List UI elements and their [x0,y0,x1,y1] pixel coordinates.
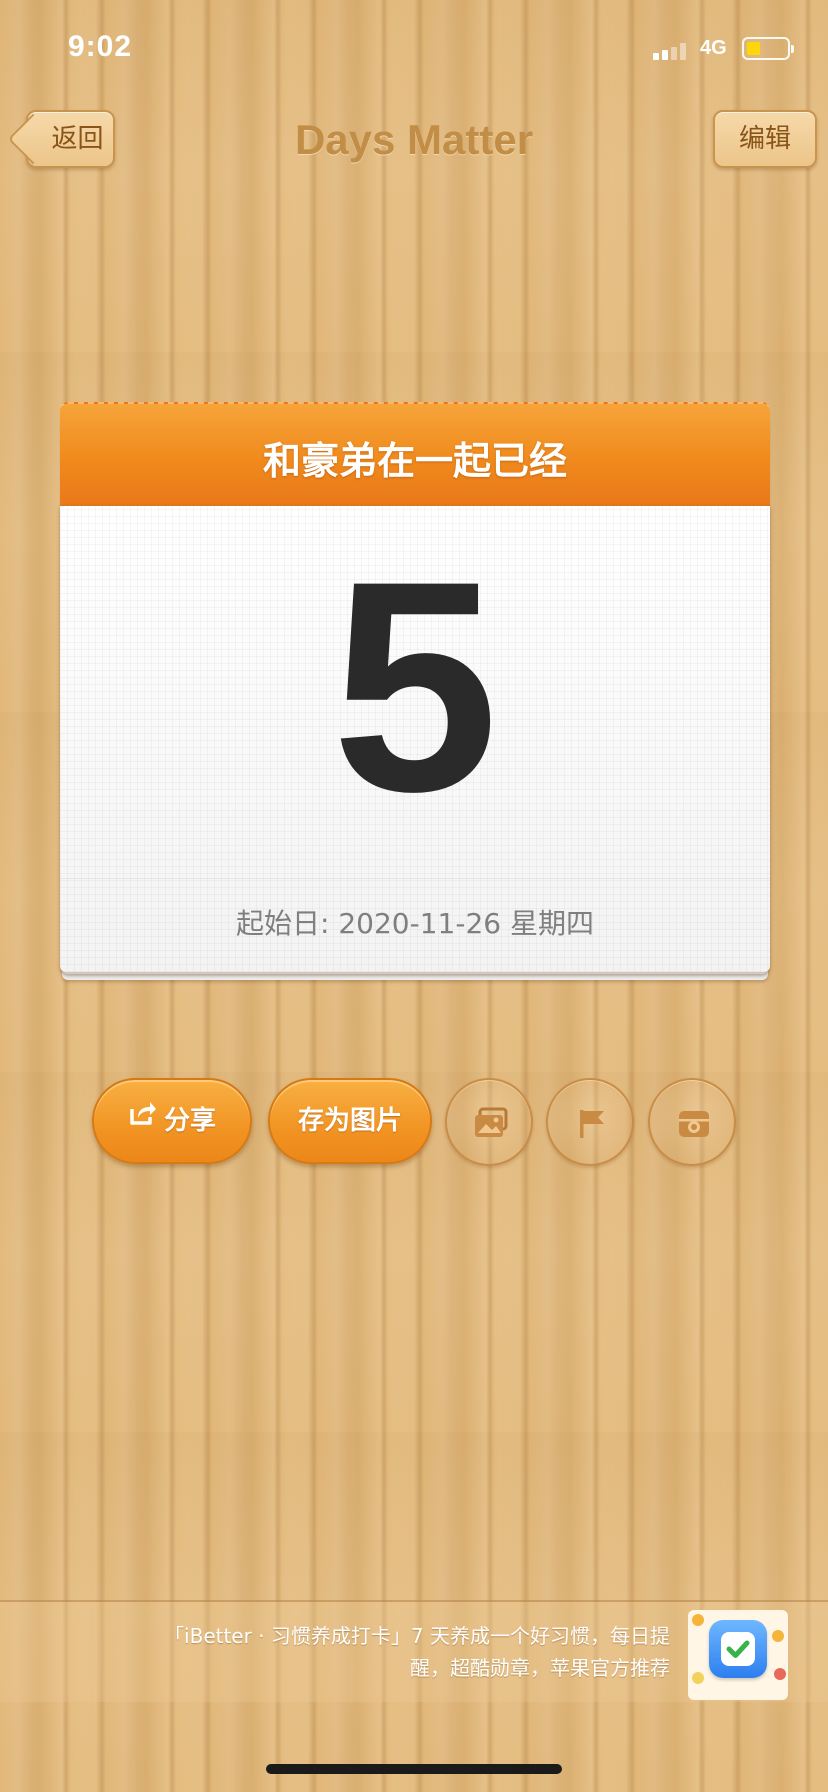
gallery-button[interactable] [445,1078,533,1166]
event-card: 和豪弟在一起已经 5 起始日: 2020-11-26 星期四 [60,402,770,980]
card-header: 和豪弟在一起已经 [60,402,770,506]
save-image-button[interactable]: 存为图片 [268,1078,432,1164]
badge-icon [774,1668,786,1680]
start-date: 起始日: 2020-11-26 星期四 [236,907,594,940]
checkmark-icon [726,1640,750,1658]
gallery-icon [475,1107,508,1137]
ad-line-1: 「iBetter · 习惯养成打卡」7 天养成一个好习惯，每日提 [164,1624,670,1648]
camera-button[interactable] [648,1078,736,1166]
network-type: 4G [700,37,727,59]
share-button-label: 分享 [163,1106,216,1136]
medal-icon [772,1630,784,1642]
ad-text: 「iBetter · 习惯养成打卡」7 天养成一个好习惯，每日提 醒，超酷勋章，… [30,1620,670,1684]
app-title: Days Matter [294,116,534,163]
share-button[interactable]: 分享 [92,1078,252,1164]
ad-line-2: 醒，超酷勋章，苹果官方推荐 [410,1656,670,1680]
camera-icon [679,1111,709,1137]
share-icon [128,1078,158,1160]
status-time: 9:02 [68,30,133,63]
signal-icon [653,42,693,60]
event-title: 和豪弟在一起已经 [262,439,567,483]
badge-icon [692,1672,704,1684]
divider [60,878,770,879]
medal-icon [692,1614,704,1626]
edit-button[interactable]: 编辑 [713,110,817,168]
card-body: 5 起始日: 2020-11-26 星期四 [60,506,770,972]
day-count: 5 [331,518,499,854]
status-bar: 9:02 4G [0,0,828,100]
app-tile-icon [709,1620,767,1678]
flag-icon [580,1110,604,1138]
home-indicator[interactable] [266,1764,562,1774]
ad-banner[interactable]: 「iBetter · 习惯养成打卡」7 天养成一个好习惯，每日提 醒，超酷勋章，… [0,1600,828,1702]
ad-app-icon[interactable] [688,1610,788,1700]
flag-button[interactable] [546,1078,634,1166]
battery-icon [742,37,794,60]
